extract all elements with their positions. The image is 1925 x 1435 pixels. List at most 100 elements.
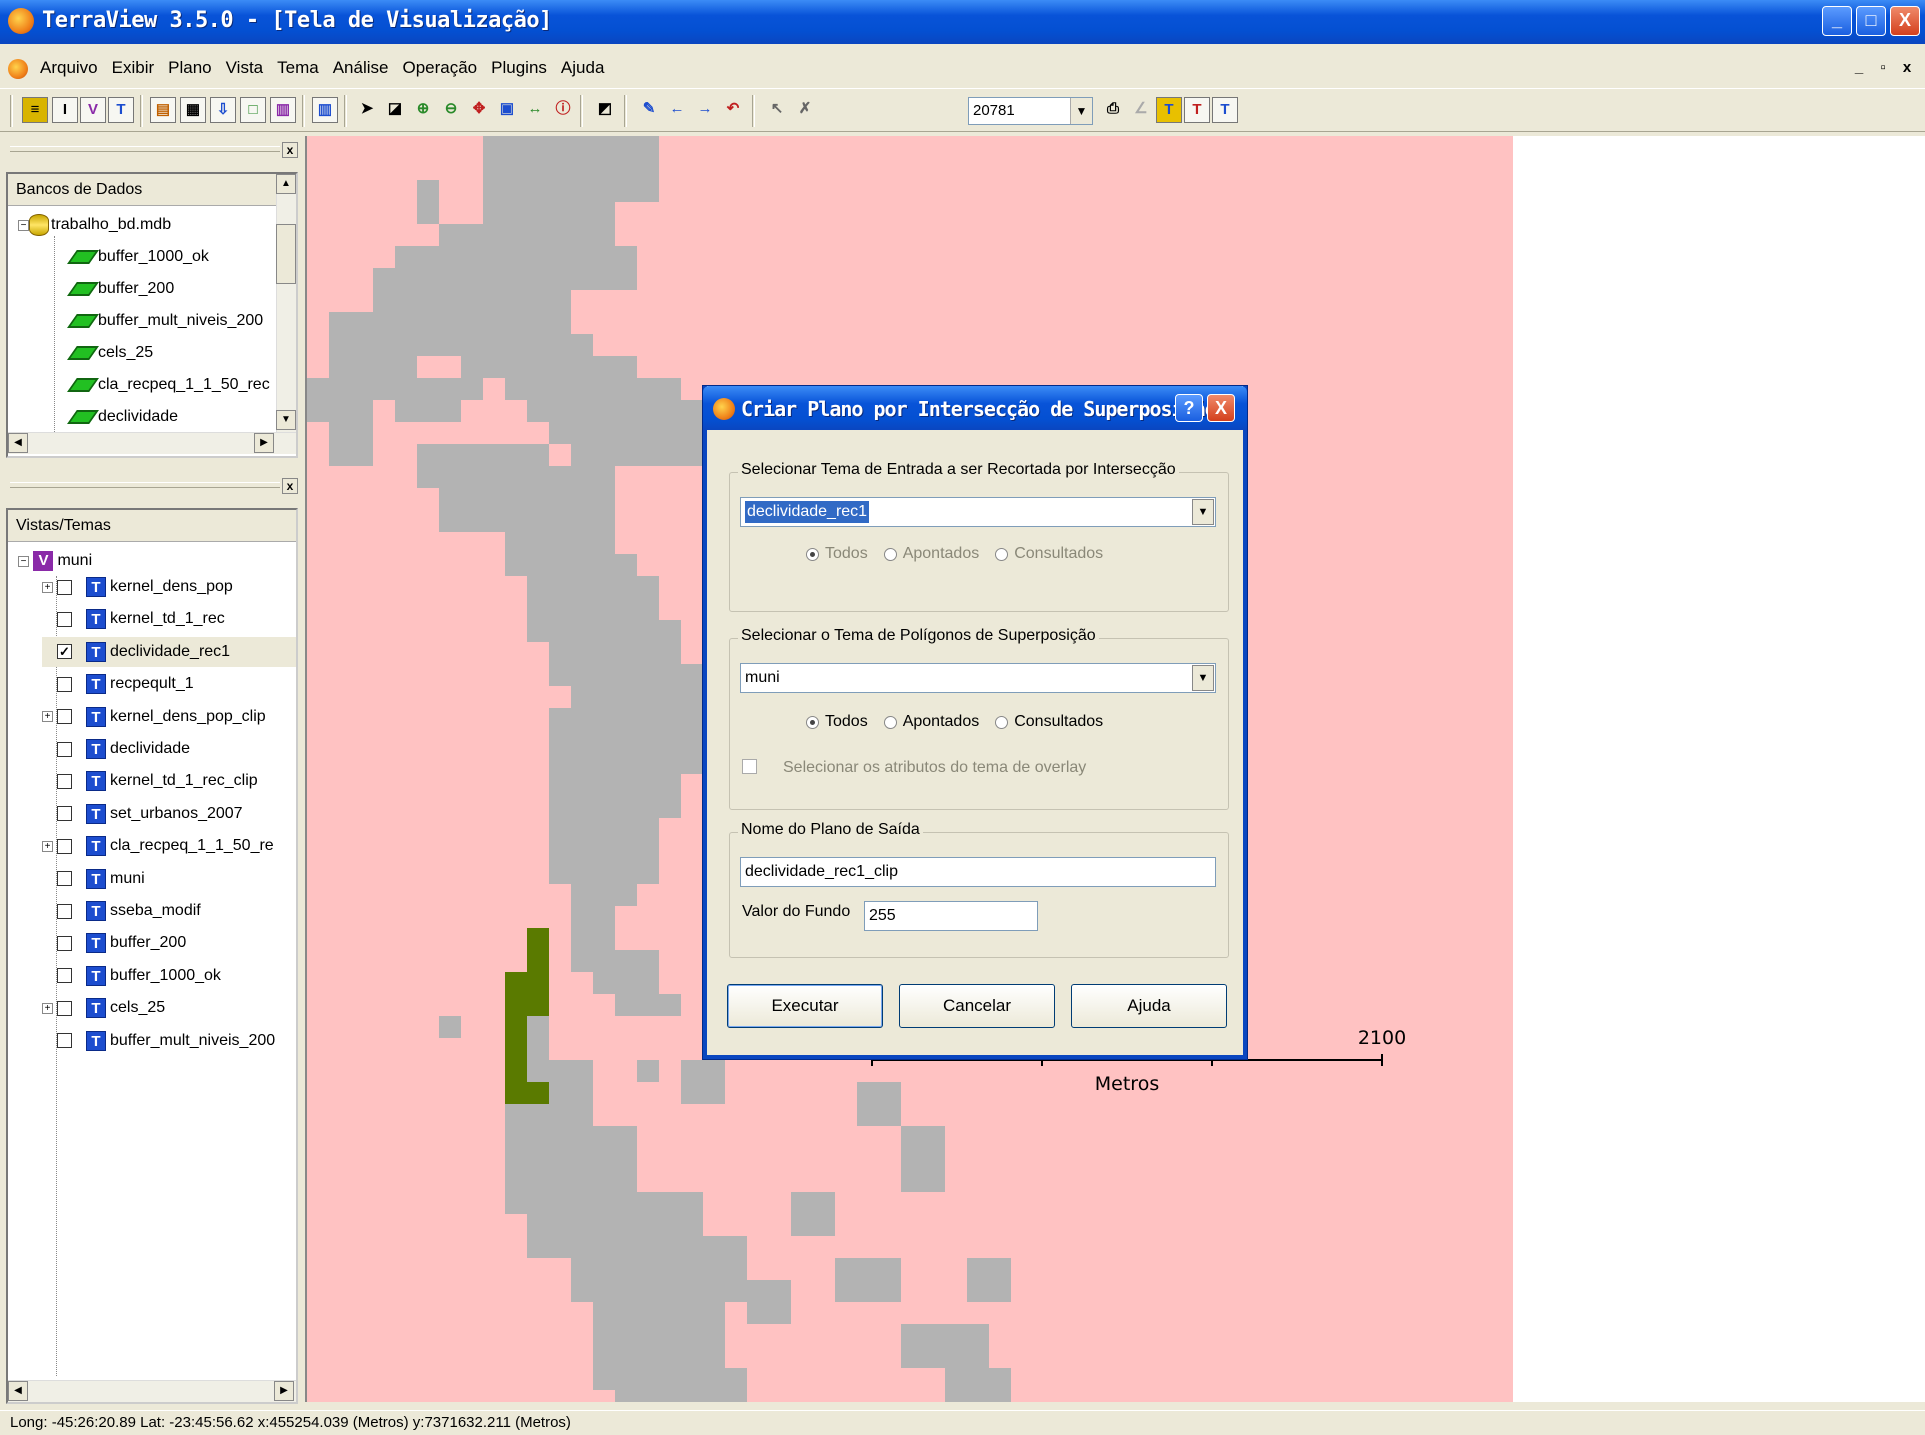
draw-box-icon[interactable]: ◩ [592, 97, 618, 123]
close-icon[interactable]: x [282, 478, 298, 494]
print-icon[interactable]: ⎙ [1100, 97, 1126, 123]
menu-arquivo[interactable]: Arquivo [40, 58, 98, 78]
scroll-up-icon[interactable]: ▲ [276, 174, 296, 194]
theme-visibility-checkbox[interactable] [57, 579, 72, 595]
theme-visibility-checkbox[interactable] [57, 903, 72, 919]
tree-item-theme[interactable]: + Tcels_25 [42, 993, 165, 1023]
tree-item-theme[interactable]: + Tkernel_dens_pop [42, 572, 233, 602]
expand-icon[interactable]: + [42, 1002, 53, 1014]
mdi-minimize-button[interactable]: _ [1848, 58, 1870, 80]
theme-visibility-checkbox[interactable] [57, 611, 72, 627]
cursor-icon[interactable]: ↖ [764, 97, 790, 123]
title-bar[interactable]: TerraView 3.5.0 - [Tela de Visualização]… [0, 0, 1925, 44]
add-theme-icon[interactable]: T [108, 97, 134, 123]
theme-text-icon[interactable]: T [1156, 97, 1182, 123]
scroll-down-icon[interactable]: ▼ [276, 410, 296, 430]
menu-vista[interactable]: Vista [226, 58, 264, 78]
theme-visibility-checkbox[interactable] [57, 838, 72, 854]
cut-icon[interactable]: ✗ [792, 97, 818, 123]
theme-visibility-checkbox[interactable] [57, 1000, 72, 1016]
output-name-input[interactable]: declividade_rec1_clip [740, 857, 1216, 887]
draw-line-icon[interactable]: ∠ [1128, 97, 1154, 123]
theme-visibility-checkbox[interactable] [57, 773, 72, 789]
tree-item-layer[interactable]: buffer_1000_ok [67, 242, 209, 272]
zoom-area-icon[interactable]: ▣ [494, 97, 520, 123]
theme-visibility-checkbox[interactable] [57, 676, 72, 692]
scroll-right-icon[interactable]: ▶ [254, 433, 274, 453]
databases-vscrollbar[interactable]: ▲ ▼ [276, 174, 296, 432]
expand-icon[interactable]: + [42, 581, 53, 593]
tree-item-layer[interactable]: buffer_mult_niveis_200 [67, 306, 263, 336]
tree-item-layer[interactable]: cels_25 [67, 338, 153, 368]
tree-item-theme[interactable]: + Tcla_recpeq_1_1_50_re [42, 831, 274, 861]
tree-item-theme[interactable]: +Tbuffer_mult_niveis_200 [42, 1026, 275, 1056]
display-icon[interactable]: □ [240, 97, 266, 123]
theme-visibility-checkbox[interactable] [57, 741, 72, 757]
tree-item-theme[interactable]: +✓Tdeclividade_rec1 [42, 636, 296, 667]
tree-item-theme[interactable]: +Tkernel_td_1_rec [42, 604, 225, 634]
chevron-down-icon[interactable]: ▼ [1192, 499, 1214, 525]
theme-visibility-checkbox[interactable] [57, 968, 72, 984]
radio-todos[interactable]: Todos [806, 713, 868, 731]
dialog-title-bar[interactable]: Criar Plano por Intersecção de Superposi… [703, 386, 1247, 430]
checkbox-icon[interactable] [742, 759, 757, 774]
tree-item-theme[interactable]: +Tmuni [42, 864, 145, 894]
overlay-attrs-checkbox[interactable]: Selecionar os atributos do tema de overl… [742, 759, 1086, 777]
theme-visibility-checkbox[interactable] [57, 806, 72, 822]
minimize-button[interactable]: _ [1822, 6, 1852, 36]
expand-icon[interactable]: + [42, 711, 53, 723]
close-button[interactable]: X [1890, 6, 1920, 36]
scroll-left-icon[interactable]: ◀ [8, 1381, 28, 1401]
close-icon[interactable]: x [282, 142, 298, 158]
import-layer-icon[interactable]: I [52, 97, 78, 123]
table-icon[interactable]: ▥ [312, 97, 338, 123]
menu-ajuda[interactable]: Ajuda [561, 58, 604, 78]
pan-icon[interactable]: ✥ [466, 97, 492, 123]
theme-visibility-checkbox[interactable] [57, 871, 72, 887]
scale-combo[interactable]: 20781 ▼ [968, 97, 1093, 125]
arrow-right-icon[interactable]: → [692, 97, 718, 123]
menu-plano[interactable]: Plano [168, 58, 211, 78]
arrow-left-icon[interactable]: ← [664, 97, 690, 123]
scroll-thumb[interactable] [276, 224, 296, 284]
databases-hscrollbar[interactable]: ◀ ▶ [8, 432, 296, 454]
expand-icon[interactable]: + [42, 840, 53, 852]
scroll-left-icon[interactable]: ◀ [8, 433, 28, 453]
menu-exibir[interactable]: Exibir [112, 58, 155, 78]
chevron-down-icon[interactable]: ▼ [1070, 98, 1092, 124]
help-question-button[interactable]: ? [1175, 394, 1203, 422]
collapse-icon[interactable]: − [18, 219, 29, 231]
maximize-button[interactable]: □ [1856, 6, 1886, 36]
pointer-theme-icon[interactable]: ⇩ [210, 97, 236, 123]
background-value-input[interactable]: 255 [864, 901, 1038, 931]
pointer-icon[interactable]: ➤ [354, 97, 380, 123]
tree-item-theme[interactable]: +Tbuffer_200 [42, 928, 186, 958]
legend-icon[interactable]: ▤ [150, 97, 176, 123]
overlay-theme-combo[interactable]: muni ▼ [740, 663, 1216, 693]
zoom-in-icon[interactable]: ⊕ [410, 97, 436, 123]
radio-apontados[interactable]: Apontados [883, 545, 979, 563]
tree-item-theme[interactable]: +Tdeclividade [42, 734, 190, 764]
tree-item-theme[interactable]: +Tset_urbanos_2007 [42, 799, 243, 829]
tree-item-theme[interactable]: +Tkernel_td_1_rec_clip [42, 766, 258, 796]
help-button[interactable]: Ajuda [1071, 984, 1227, 1028]
mdi-close-button[interactable]: x [1896, 58, 1918, 80]
input-theme-combo[interactable]: declividade_rec1 ▼ [740, 497, 1216, 527]
tree-item-layer[interactable]: cla_recpeq_1_1_50_rec [67, 370, 270, 400]
radio-apontados[interactable]: Apontados [883, 713, 979, 731]
mdi-restore-button[interactable]: ▫ [1872, 58, 1894, 80]
scroll-right-icon[interactable]: ▶ [274, 1381, 294, 1401]
document-icon[interactable] [8, 59, 28, 79]
zoom-out-icon[interactable]: ⊖ [438, 97, 464, 123]
graphic-icon[interactable]: ▥ [270, 97, 296, 123]
menu-analise[interactable]: Análise [333, 58, 389, 78]
theme-visibility-checkbox[interactable] [57, 709, 72, 725]
collapse-icon[interactable]: − [18, 555, 29, 567]
theme-visibility-checkbox[interactable] [57, 1033, 72, 1049]
terraview-app-icon[interactable] [8, 8, 34, 34]
radio-consultados[interactable]: Consultados [995, 713, 1103, 731]
menu-operacao[interactable]: Operação [402, 58, 477, 78]
edit-pen-icon[interactable]: ✎ [636, 97, 662, 123]
info-icon[interactable]: ⓘ [550, 97, 576, 123]
menu-plugins[interactable]: Plugins [491, 58, 547, 78]
